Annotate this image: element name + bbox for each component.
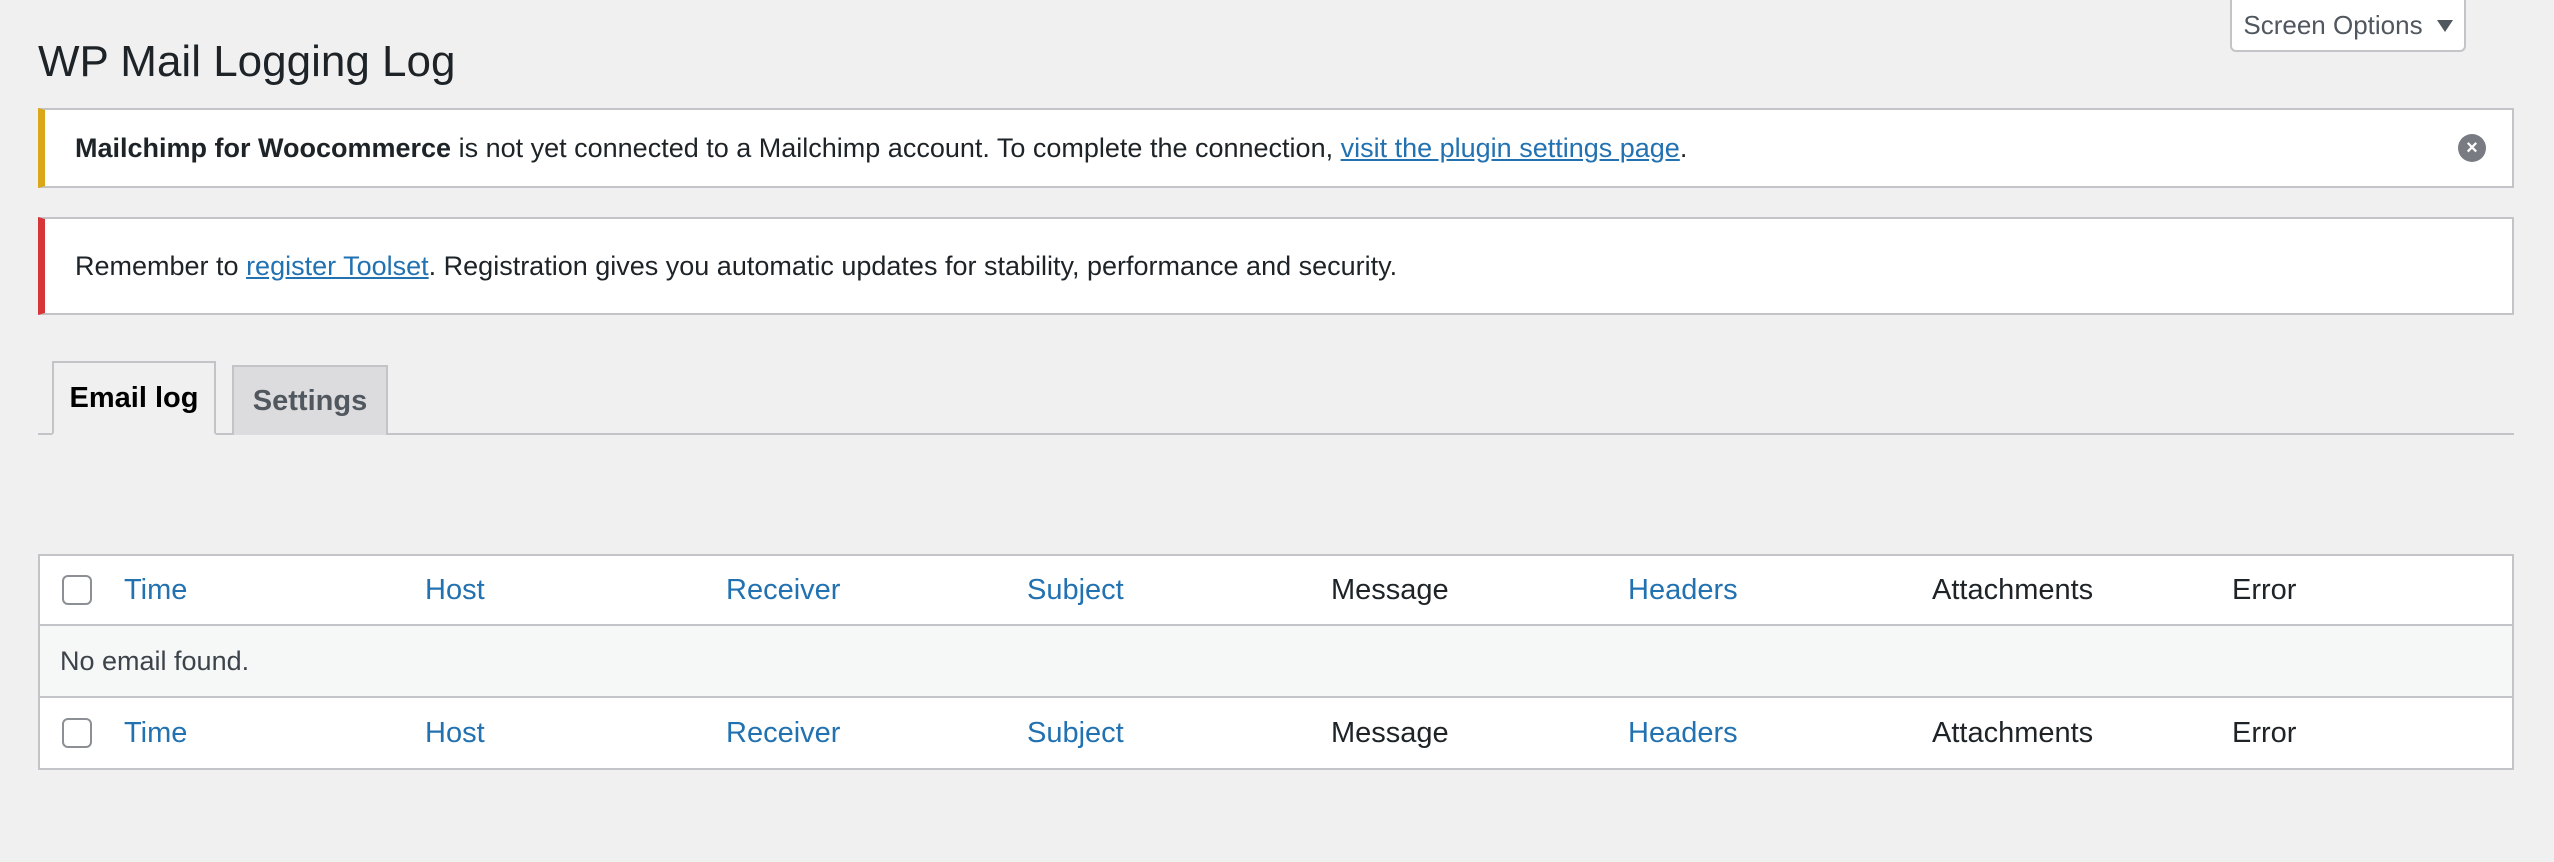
mailchimp-notice-end: . bbox=[1679, 132, 1688, 163]
plugin-settings-link[interactable]: visit the plugin settings page bbox=[1341, 133, 1680, 163]
footer-column-host[interactable]: Host bbox=[425, 698, 485, 768]
column-attachments: Attachments bbox=[1932, 573, 2094, 606]
no-email-message: No email found. bbox=[60, 645, 250, 676]
footer-column-subject[interactable]: Subject bbox=[1027, 698, 1124, 768]
email-log-table: Time Host Receiver Subject Message Heade… bbox=[38, 554, 2514, 770]
mailchimp-notice-bold: Mailchimp for Woocommerce bbox=[75, 132, 452, 163]
toolset-notice-start: Remember to bbox=[75, 250, 247, 281]
caret-down-icon bbox=[2436, 20, 2453, 32]
mailchimp-notice-body: is not yet connected to a Mailchimp acco… bbox=[451, 132, 1341, 163]
column-time[interactable]: Time bbox=[124, 556, 187, 624]
column-subject[interactable]: Subject bbox=[1027, 556, 1124, 624]
table-footer-row: Time Host Receiver Subject Message Heade… bbox=[40, 698, 2512, 768]
column-message: Message bbox=[1331, 573, 1449, 606]
toolset-notice-text: Remember to register Toolset. Registrati… bbox=[75, 251, 1397, 282]
toolset-notice-body: . Registration gives you automatic updat… bbox=[428, 250, 1398, 281]
select-all-checkbox[interactable] bbox=[62, 575, 92, 605]
footer-column-receiver[interactable]: Receiver bbox=[726, 698, 840, 768]
column-receiver[interactable]: Receiver bbox=[726, 556, 840, 624]
dismiss-notice-icon[interactable]: × bbox=[2458, 134, 2486, 162]
footer-column-error: Error bbox=[2232, 716, 2297, 749]
column-host[interactable]: Host bbox=[425, 556, 485, 624]
footer-column-message: Message bbox=[1331, 716, 1449, 749]
toolset-notice: Remember to register Toolset. Registrati… bbox=[38, 217, 2514, 315]
mailchimp-notice-text: Mailchimp for Woocommerce is not yet con… bbox=[75, 133, 1687, 164]
table-header-row: Time Host Receiver Subject Message Heade… bbox=[40, 556, 2512, 626]
page-title: WP Mail Logging Log bbox=[38, 37, 456, 86]
column-error: Error bbox=[2232, 573, 2297, 606]
select-all-checkbox-footer[interactable] bbox=[62, 718, 92, 748]
tab-bar: Email log Settings bbox=[38, 361, 2514, 435]
column-headers[interactable]: Headers bbox=[1628, 556, 1738, 624]
tab-email-log[interactable]: Email log bbox=[52, 361, 216, 435]
screen-options-button[interactable]: Screen Options bbox=[2230, 0, 2466, 52]
mailchimp-notice: Mailchimp for Woocommerce is not yet con… bbox=[38, 108, 2514, 188]
footer-column-attachments: Attachments bbox=[1932, 716, 2094, 749]
tab-settings[interactable]: Settings bbox=[232, 365, 388, 435]
empty-row: No email found. bbox=[40, 626, 2512, 698]
register-toolset-link[interactable]: register Toolset bbox=[246, 251, 429, 281]
footer-column-headers[interactable]: Headers bbox=[1628, 698, 1738, 768]
footer-column-time[interactable]: Time bbox=[124, 698, 187, 768]
screen-options-label: Screen Options bbox=[2243, 9, 2423, 40]
